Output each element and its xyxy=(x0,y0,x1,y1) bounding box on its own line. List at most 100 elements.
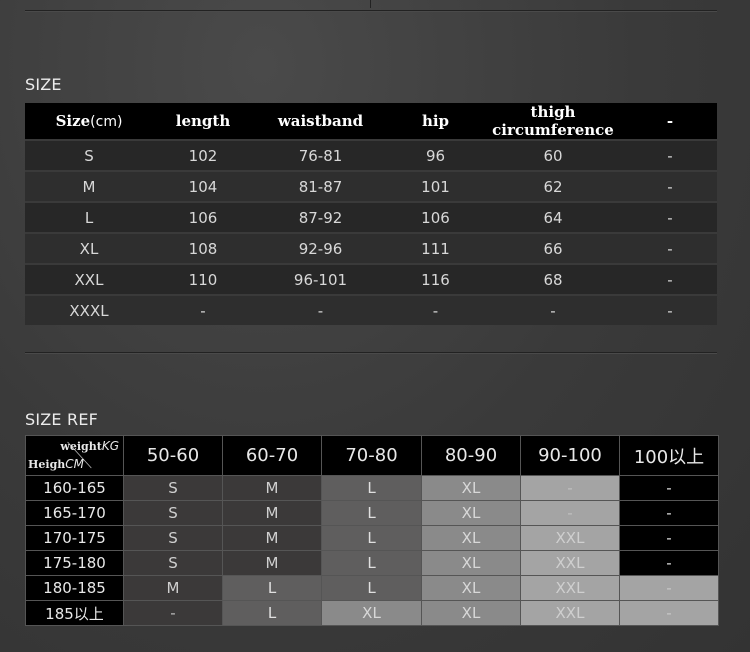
weight-column-header: 90-100 xyxy=(520,435,620,476)
height-row-header: 165-170 xyxy=(25,500,124,526)
size-value-cell: 66 xyxy=(483,232,623,264)
height-row-header: 185以上 xyxy=(25,600,124,626)
size-label-cell: XXXL xyxy=(25,294,153,325)
size-ref-cell: XL xyxy=(421,500,521,526)
size-value-cell: - xyxy=(623,294,717,325)
size-row: S 102 76-81 96 60- xyxy=(25,139,717,171)
size-ref-cell: S xyxy=(123,475,223,501)
size-value-cell: 101 xyxy=(388,170,483,202)
size-value-cell: 96 xyxy=(388,139,483,171)
size-ref-cell: L xyxy=(321,550,422,576)
weight-column-header: 60-70 xyxy=(222,435,322,476)
size-ref-cell: XXL xyxy=(520,525,620,551)
size-value-cell: 110 xyxy=(153,263,253,295)
size-ref-header: weightKG HeighCM 50-60 60-70 70-80 80-90… xyxy=(25,435,719,476)
size-value-cell: 60 xyxy=(483,139,623,171)
size-label-cell: XL xyxy=(25,232,153,264)
size-ref-cell: - xyxy=(619,600,719,626)
size-ref-cell: XL xyxy=(321,600,422,626)
size-value-cell: - xyxy=(623,139,717,171)
size-value-cell: 64 xyxy=(483,201,623,233)
size-ref-heading: SIZE REF xyxy=(25,410,99,429)
size-ref-cell: L xyxy=(222,600,322,626)
extra-column-header: - xyxy=(623,103,717,140)
size-value-cell: 108 xyxy=(153,232,253,264)
size-value-cell: 76-81 xyxy=(253,139,388,171)
size-ref-row: 180-185 M L L XL XXL - xyxy=(25,575,719,601)
height-row-header: 160-165 xyxy=(25,475,124,501)
size-ref-cell: - xyxy=(520,475,620,501)
size-ref-cell: XL xyxy=(421,575,521,601)
size-value-cell: - xyxy=(388,294,483,325)
size-ref-row: 175-180 S M L XL XXL - xyxy=(25,550,719,576)
size-value-cell: 111 xyxy=(388,232,483,264)
size-value-cell: - xyxy=(153,294,253,325)
size-ref-row: 165-170 S M L XL - - xyxy=(25,500,719,526)
size-value-cell: - xyxy=(253,294,388,325)
size-ref-cell: M xyxy=(222,500,322,526)
size-ref-cell: L xyxy=(321,575,422,601)
size-table: Size(cm) length waistband hip thigh circ… xyxy=(25,103,717,325)
size-ref-cell: L xyxy=(222,575,322,601)
size-value-cell: 81-87 xyxy=(253,170,388,202)
size-ref-cell: - xyxy=(123,600,223,626)
size-ref-corner: weightKG HeighCM xyxy=(25,435,124,476)
size-value-cell: - xyxy=(483,294,623,325)
size-column-header: Size(cm) xyxy=(25,103,153,140)
size-ref-cell: XXL xyxy=(520,600,620,626)
size-ref-cell: XL xyxy=(421,525,521,551)
weight-column-header: 50-60 xyxy=(123,435,223,476)
size-row: M 104 81-87 101 62- xyxy=(25,170,717,202)
length-column-header: length xyxy=(153,103,253,140)
size-label-cell: XXL xyxy=(25,263,153,295)
size-ref-cell: - xyxy=(619,525,719,551)
size-value-cell: 92-96 xyxy=(253,232,388,264)
size-value-cell: - xyxy=(623,263,717,295)
size-row: XXXL - - - - - xyxy=(25,294,717,325)
size-ref-cell: M xyxy=(222,550,322,576)
height-row-header: 180-185 xyxy=(25,575,124,601)
size-ref-row: 160-165 S M L XL - - xyxy=(25,475,719,501)
size-ref-cell: - xyxy=(619,550,719,576)
size-ref-cell: L xyxy=(321,525,422,551)
size-ref-cell: XL xyxy=(421,600,521,626)
size-ref-cell: XL xyxy=(421,475,521,501)
weight-column-header: 70-80 xyxy=(321,435,422,476)
size-ref-cell: L xyxy=(321,475,422,501)
size-value-cell: - xyxy=(623,201,717,233)
size-ref-cell: S xyxy=(123,525,223,551)
size-row: XL 108 92-96 111 66- xyxy=(25,232,717,264)
size-value-cell: 96-101 xyxy=(253,263,388,295)
size-table-header: Size(cm) length waistband hip thigh circ… xyxy=(25,103,717,140)
size-value-cell: 87-92 xyxy=(253,201,388,233)
size-ref-cell: XL xyxy=(421,550,521,576)
size-value-cell: 106 xyxy=(388,201,483,233)
size-value-cell: 106 xyxy=(153,201,253,233)
size-value-cell: 116 xyxy=(388,263,483,295)
size-ref-cell: - xyxy=(619,500,719,526)
size-value-cell: 102 xyxy=(153,139,253,171)
hip-column-header: hip xyxy=(388,103,483,140)
size-label-cell: S xyxy=(25,139,153,171)
size-row: L 106 87-92 106 64- xyxy=(25,201,717,233)
size-value-cell: - xyxy=(623,232,717,264)
size-value-cell: 68 xyxy=(483,263,623,295)
size-ref-cell: M xyxy=(222,475,322,501)
size-value-cell: 104 xyxy=(153,170,253,202)
size-value-cell: 62 xyxy=(483,170,623,202)
corner-height-label: HeighCM xyxy=(28,457,84,471)
size-ref-row: 170-175 S M L XL XXL - xyxy=(25,525,719,551)
top-divider xyxy=(25,10,717,12)
weight-column-header: 100以上 xyxy=(619,435,719,476)
size-ref-cell: L xyxy=(321,500,422,526)
waistband-column-header: waistband xyxy=(253,103,388,140)
height-row-header: 175-180 xyxy=(25,550,124,576)
corner-weight-label: weightKG xyxy=(60,439,119,453)
top-divider-tick xyxy=(370,0,371,8)
middle-divider xyxy=(25,352,717,354)
thigh-column-header: thigh circumference xyxy=(483,103,623,140)
size-ref-cell: XXL xyxy=(520,575,620,601)
size-value-cell: - xyxy=(623,170,717,202)
size-ref-cell: - xyxy=(619,475,719,501)
size-row: XXL 110 96-101 116 68- xyxy=(25,263,717,295)
